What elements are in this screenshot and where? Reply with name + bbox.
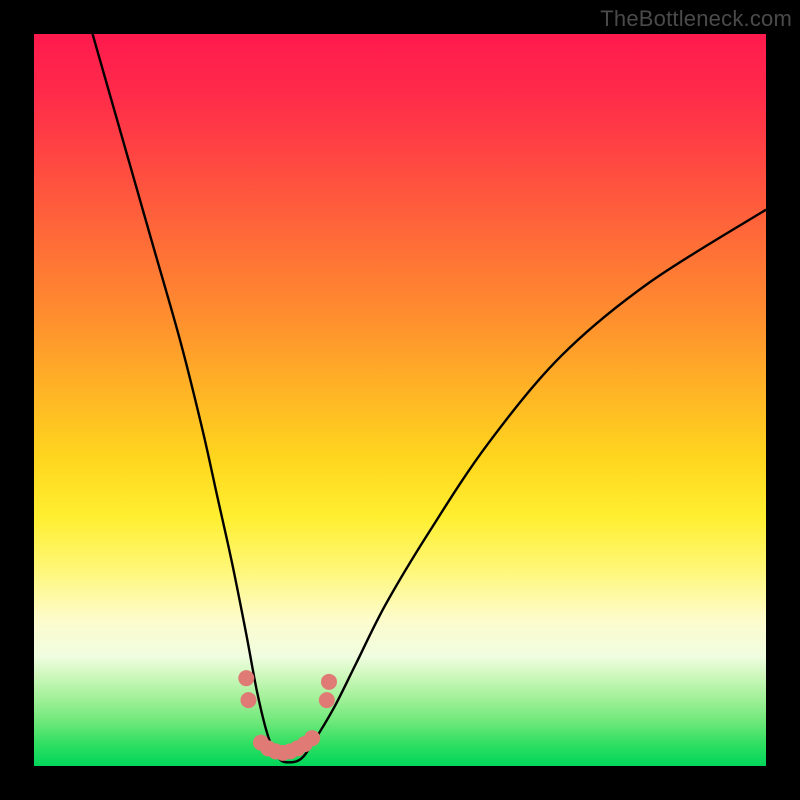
- trough-marker: [319, 692, 335, 708]
- trough-marker-group: [238, 670, 337, 761]
- bottleneck-curve: [93, 34, 766, 762]
- trough-marker: [304, 730, 320, 746]
- trough-marker: [321, 674, 337, 690]
- plot-area: [34, 34, 766, 766]
- trough-marker: [240, 692, 256, 708]
- chart-frame: TheBottleneck.com: [0, 0, 800, 800]
- chart-svg: [34, 34, 766, 766]
- trough-marker: [238, 670, 254, 686]
- watermark-text: TheBottleneck.com: [600, 6, 792, 32]
